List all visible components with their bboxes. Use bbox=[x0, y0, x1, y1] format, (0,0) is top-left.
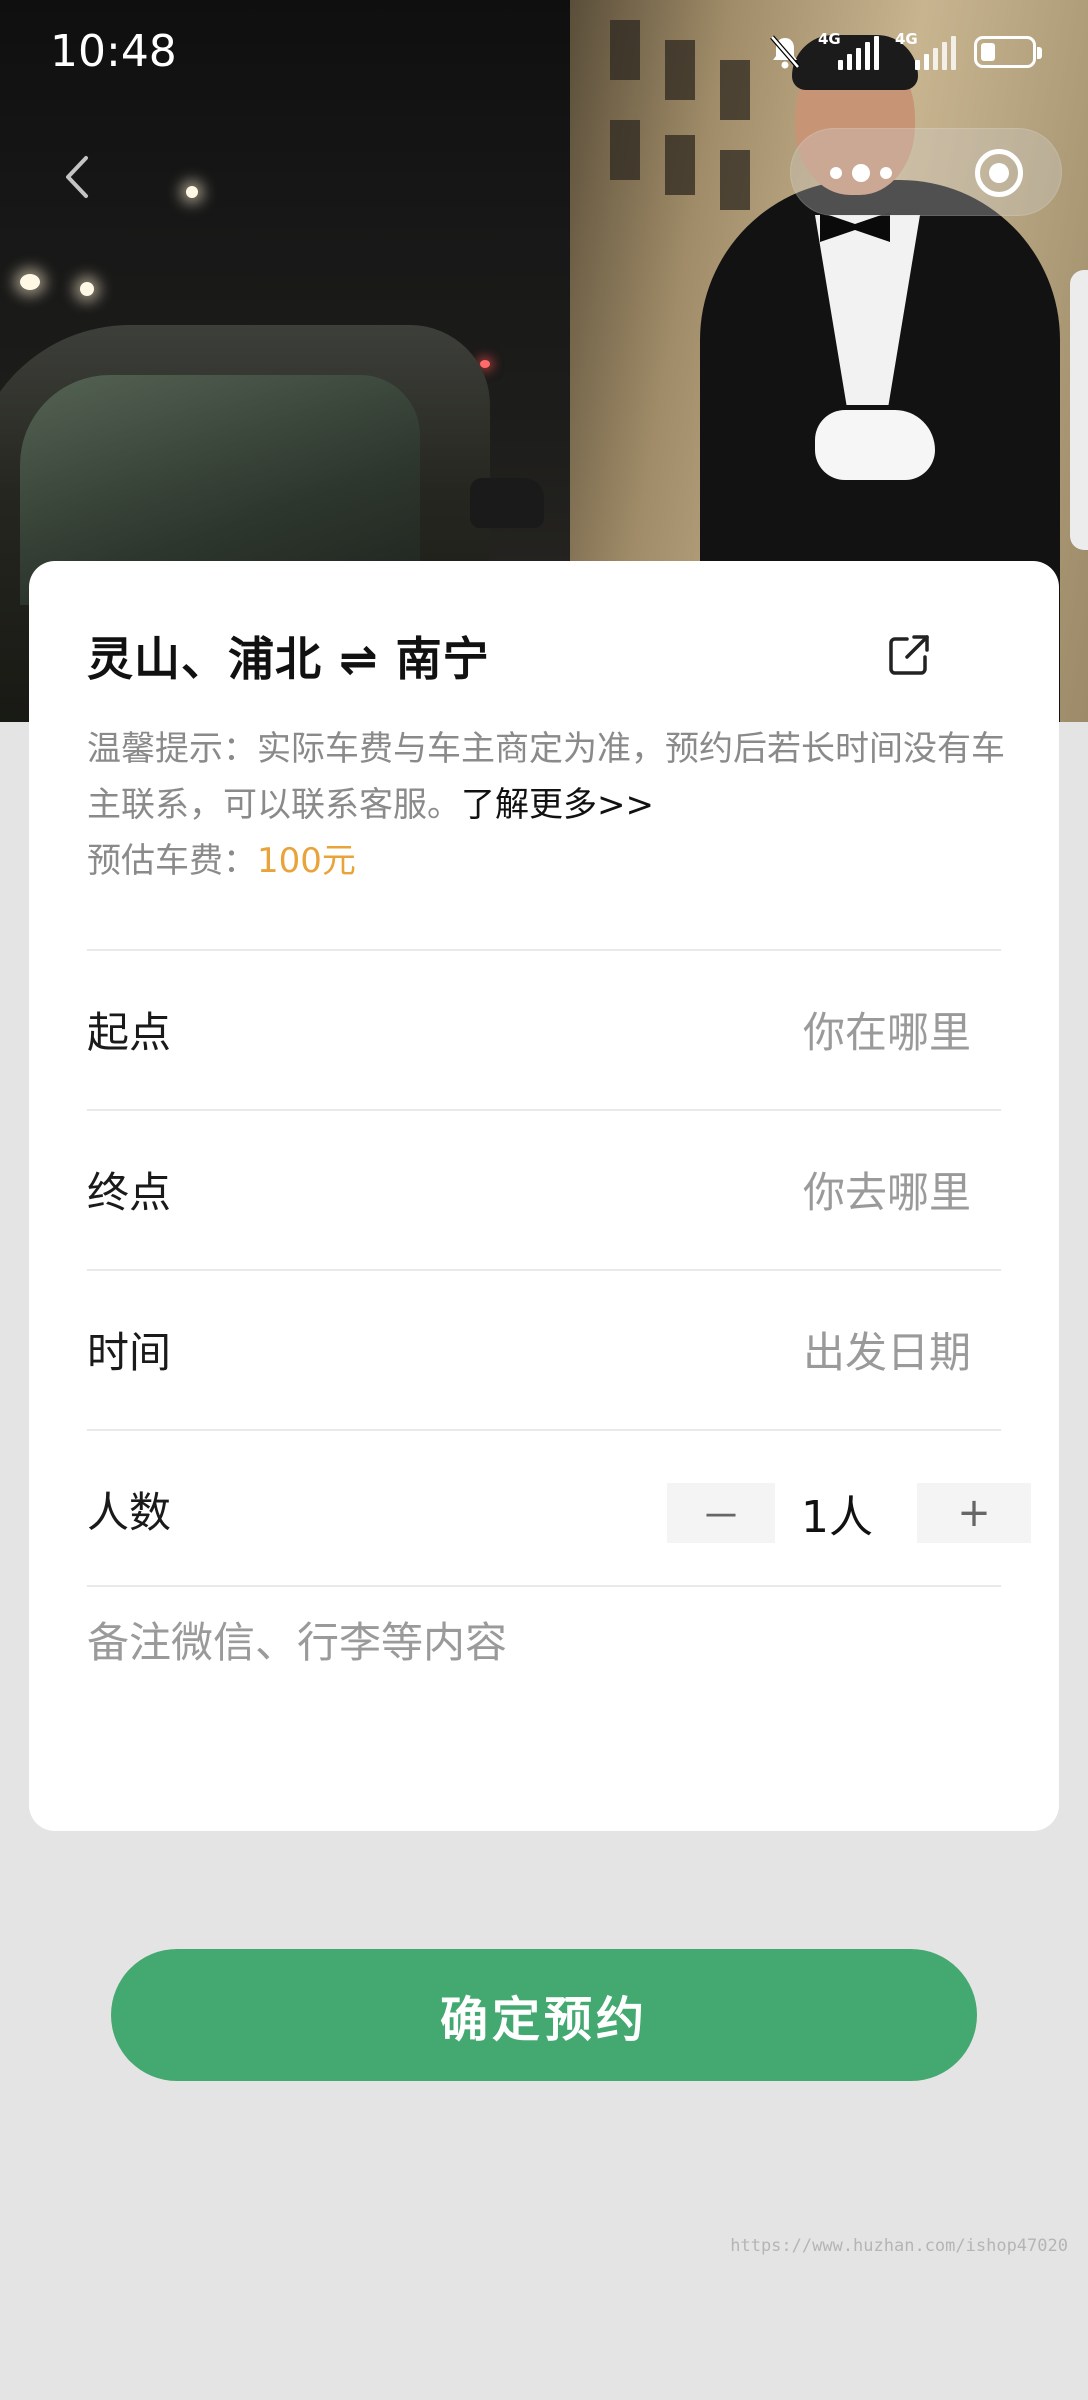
passengers-row: 人数 － 1人 + bbox=[87, 1431, 1031, 1589]
learn-more-link[interactable]: 了解更多>> bbox=[461, 785, 654, 825]
divider bbox=[87, 1585, 1001, 1587]
origin-input[interactable]: 你在哪里 bbox=[803, 999, 971, 1060]
signal-icon: 4G bbox=[895, 30, 956, 70]
confirm-booking-button[interactable]: 确定预约 bbox=[111, 1949, 977, 2081]
side-tab bbox=[1070, 270, 1088, 550]
share-button[interactable] bbox=[887, 633, 931, 677]
estimated-fare: 预估车费：100元 bbox=[87, 833, 356, 889]
time-row[interactable]: 时间 出发日期 bbox=[87, 1271, 1001, 1429]
back-button[interactable] bbox=[58, 152, 98, 202]
mini-program-capsule bbox=[790, 128, 1062, 216]
watermark: https://www.huzhan.com/ishop47020 bbox=[730, 2236, 1068, 2256]
origin-label: 起点 bbox=[87, 1008, 172, 1057]
departure-date-picker[interactable]: 出发日期 bbox=[803, 1319, 971, 1380]
more-dots-icon[interactable] bbox=[821, 154, 901, 192]
battery-icon bbox=[974, 36, 1042, 68]
chevron-left-icon bbox=[66, 156, 88, 198]
status-time: 10:48 bbox=[50, 26, 177, 77]
booking-card: 灵山、浦北 ⇌ 南宁 温馨提示：实际车费与车主商定为准，预约后若长时间没有车主联… bbox=[29, 561, 1059, 1831]
destination-input[interactable]: 你去哪里 bbox=[803, 1159, 971, 1220]
target-close-icon[interactable] bbox=[975, 149, 1023, 197]
status-icons: 4G 4G bbox=[768, 30, 1042, 70]
fare-label: 预估车费： bbox=[87, 841, 257, 881]
signal-icon: 4G bbox=[818, 30, 879, 70]
passengers-label: 人数 bbox=[87, 1488, 172, 1537]
destination-row[interactable]: 终点 你去哪里 bbox=[87, 1111, 1001, 1269]
passenger-count: 1人 bbox=[801, 1492, 873, 1543]
remark-input[interactable]: 备注微信、行李等内容 bbox=[87, 1609, 1001, 1719]
fare-notice: 温馨提示：实际车费与车主商定为准，预约后若长时间没有车主联系，可以联系客服。了解… bbox=[87, 721, 1007, 833]
increment-button[interactable]: + bbox=[917, 1483, 1031, 1543]
destination-label: 终点 bbox=[87, 1168, 172, 1217]
mute-bell-icon bbox=[770, 35, 800, 69]
fare-amount: 100元 bbox=[257, 841, 356, 881]
status-bar: 10:48 4G 4G bbox=[0, 0, 1088, 110]
time-label: 时间 bbox=[87, 1328, 172, 1377]
decrement-button[interactable]: － bbox=[667, 1483, 775, 1543]
origin-row[interactable]: 起点 你在哪里 bbox=[87, 951, 1001, 1109]
route-title: 灵山、浦北 ⇌ 南宁 bbox=[87, 632, 490, 686]
external-link-icon bbox=[889, 635, 929, 675]
